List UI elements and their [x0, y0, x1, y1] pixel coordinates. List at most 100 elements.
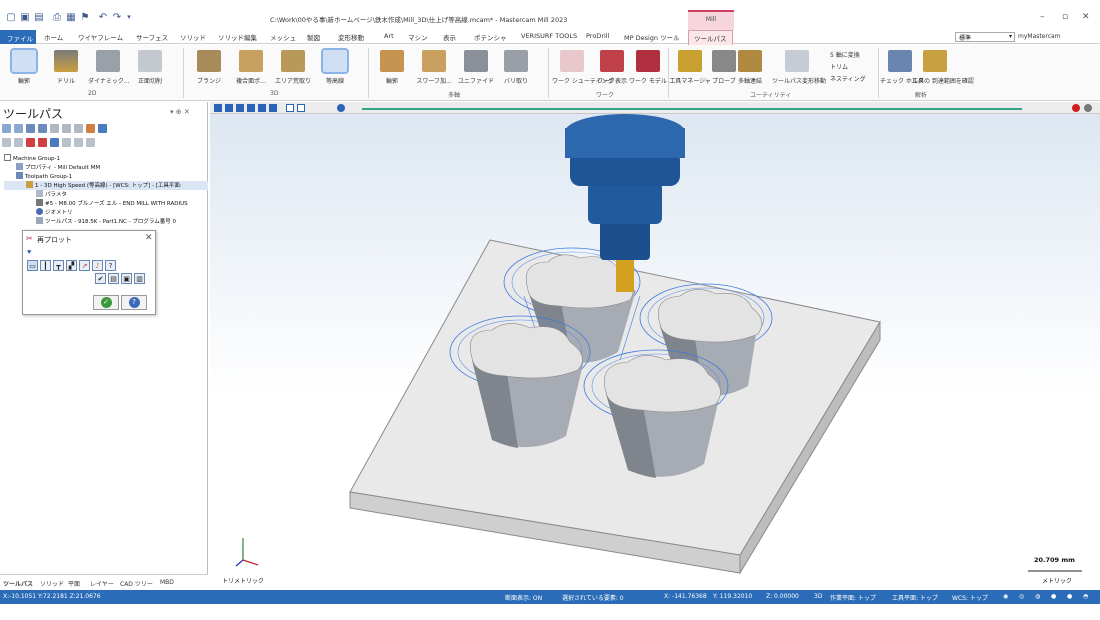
camera-icon[interactable]: ▣ [121, 273, 132, 284]
stop-icon[interactable] [225, 104, 233, 112]
minimize-icon[interactable]: – [1040, 12, 1045, 22]
section-view-status[interactable]: 断面表示: ON [505, 593, 542, 602]
shaded-edges-icon[interactable]: ◍ [1035, 593, 1040, 600]
tab-surface[interactable]: サーフェス [136, 32, 168, 42]
trim-button[interactable]: トリム [830, 62, 848, 71]
stock-shooting-button[interactable]: ワーク シューティング [552, 50, 614, 85]
speed-slider[interactable] [337, 104, 345, 112]
tab-prodrill[interactable]: ProDrill [586, 32, 609, 40]
convert-5axis-button[interactable]: 5 軸に変換 [830, 50, 860, 59]
tab-planes[interactable]: 平面 [68, 579, 80, 588]
tab-mbd[interactable]: MBD [160, 579, 174, 586]
nesting-button[interactable]: ネスティング [830, 74, 866, 83]
tree-machine-group[interactable]: Machine Group-1 [4, 154, 208, 163]
save-icon[interactable]: ▥ [134, 273, 145, 284]
tool-reach-button[interactable]: 工具の 到達範囲を確認 [912, 50, 974, 85]
tab-layers[interactable]: レイヤー [90, 579, 114, 588]
close-icon[interactable]: ✕ [145, 233, 153, 243]
backplot-timeline[interactable] [362, 108, 1022, 110]
tab-mesh[interactable]: メッシュ [270, 32, 296, 42]
tab-toolpaths[interactable]: ツールパス [3, 579, 33, 588]
tplane-status[interactable]: 工具平面: トップ [892, 593, 938, 602]
tab-solids[interactable]: ソリッド [40, 579, 64, 588]
step-back-fast-icon[interactable] [247, 104, 255, 112]
tree-toolpath-data[interactable]: ツールパス - 918.5K - Part1.NC - プログラム番号 0 [4, 217, 208, 226]
x-coord[interactable]: X: -141.76368 [664, 593, 707, 600]
lock-icon[interactable] [2, 138, 11, 147]
tab-mp-design[interactable]: MP Design ツール [624, 32, 680, 42]
tab-machine[interactable]: マシン [408, 32, 428, 42]
composite-button[interactable]: 複合面ポ... [231, 50, 271, 85]
help-button[interactable]: ? [121, 295, 147, 310]
undo-icon[interactable]: ↶ [98, 12, 108, 23]
select-all-icon[interactable] [2, 124, 11, 133]
tab-solid-edit[interactable]: ソリッド編集 [218, 32, 257, 42]
ok-button[interactable]: ✓ [93, 295, 119, 310]
multiaxis-link-button[interactable]: 多軸連結 [730, 50, 770, 85]
swarf-button[interactable]: スワーフ加... [414, 50, 454, 85]
flag-icon[interactable]: ⚑ [80, 12, 90, 23]
render-icon[interactable]: ● [1051, 593, 1056, 600]
shading-icon[interactable]: ◉ [1003, 593, 1008, 600]
stock-model-button[interactable]: ワーク モデル [628, 50, 668, 85]
qa-dropdown-icon[interactable]: ▾ [124, 12, 134, 22]
display-holder-icon[interactable]: ┃ [40, 260, 51, 271]
y-coord[interactable]: Y: 119.32010 [713, 593, 752, 600]
close-icon[interactable]: ✕ [1082, 12, 1090, 22]
standard-dropdown[interactable]: 標準 ▾ [955, 32, 1015, 42]
tab-solid[interactable]: ソリッド [180, 32, 206, 42]
tree-toolpath-group[interactable]: Toolpath Group-1 [4, 172, 208, 181]
tab-cad-tree[interactable]: CAD ツリー [120, 579, 153, 588]
help-icon[interactable] [1084, 104, 1092, 112]
display-endpoint-icon[interactable]: ↗ [79, 260, 90, 271]
display-tool-icon[interactable]: ▭ [27, 260, 38, 271]
run-icon[interactable] [297, 104, 305, 112]
verify-icon[interactable] [62, 124, 71, 133]
tab-wireframe[interactable]: ワイヤフレーム [78, 32, 123, 42]
tab-potential[interactable]: ポテンシャ [474, 32, 507, 42]
step-forward-fast-icon[interactable] [269, 104, 277, 112]
stop-marker-icon[interactable] [1072, 104, 1080, 112]
options-icon[interactable]: ✔ [95, 273, 106, 284]
collapse-icon[interactable] [4, 154, 11, 161]
post-icon[interactable] [86, 124, 95, 133]
panel-pin-close-icon[interactable]: ▾ ⊕ ✕ [170, 108, 190, 116]
wireframe-icon[interactable]: ◎ [1019, 593, 1024, 600]
2d-contour-button[interactable]: 輪郭 [4, 48, 44, 85]
help-icon[interactable] [98, 124, 107, 133]
toolpath-transform-button[interactable]: ツールパス変形移動 [772, 50, 826, 85]
select-invalid-icon[interactable] [14, 124, 23, 133]
info-icon[interactable]: ? [105, 260, 116, 271]
translucency-icon[interactable]: ● [1067, 593, 1072, 600]
move-down-icon[interactable] [26, 138, 35, 147]
expand-arrow-icon[interactable]: ⯆ [26, 248, 32, 258]
tab-transform[interactable]: 変形移動 [338, 32, 364, 42]
display-rapid-icon[interactable]: ┳ [53, 260, 64, 271]
deburr-button[interactable]: バリ取り [496, 50, 536, 85]
quick-verify-icon[interactable]: ♪ [92, 260, 103, 271]
area-rough-button[interactable]: エリア荒取り [273, 50, 313, 85]
z-coord[interactable]: Z: 0.00000 [766, 593, 799, 600]
tab-art[interactable]: Art [384, 32, 394, 40]
tab-verisurf[interactable]: VERISURF TOOLS [521, 32, 577, 40]
save-as-icon[interactable]: ▤ [34, 12, 44, 23]
restore-icon[interactable]: ▫ [1062, 12, 1068, 22]
face-button[interactable]: 正面切削 [130, 50, 170, 85]
display-entity-icon[interactable]: ▞ [66, 260, 77, 271]
mymastercam-link[interactable]: myMastercam [1018, 33, 1061, 40]
play-icon[interactable] [214, 104, 222, 112]
tree-properties[interactable]: プロパティ - Mill Default MM [4, 163, 208, 172]
dynamic-button[interactable]: ダイナミック... [88, 50, 130, 85]
step-forward-icon[interactable] [258, 104, 266, 112]
screen-icon[interactable]: ▤ [108, 273, 119, 284]
print-icon[interactable]: ⎙ [52, 12, 62, 23]
graphics-viewport[interactable]: トリメトリック 20.709 mm メトリック [210, 102, 1100, 590]
display-options-icon[interactable]: ◓ [1083, 593, 1088, 600]
tab-file[interactable]: ファイル [0, 30, 36, 44]
regenerate-icon[interactable] [26, 124, 35, 133]
backplot-icon[interactable] [50, 124, 59, 133]
new-file-icon[interactable]: ▢ [6, 12, 16, 23]
redo-icon[interactable]: ↷ [112, 12, 122, 23]
regenerate-dirty-icon[interactable] [38, 124, 47, 133]
toggle-display-icon[interactable] [14, 138, 23, 147]
